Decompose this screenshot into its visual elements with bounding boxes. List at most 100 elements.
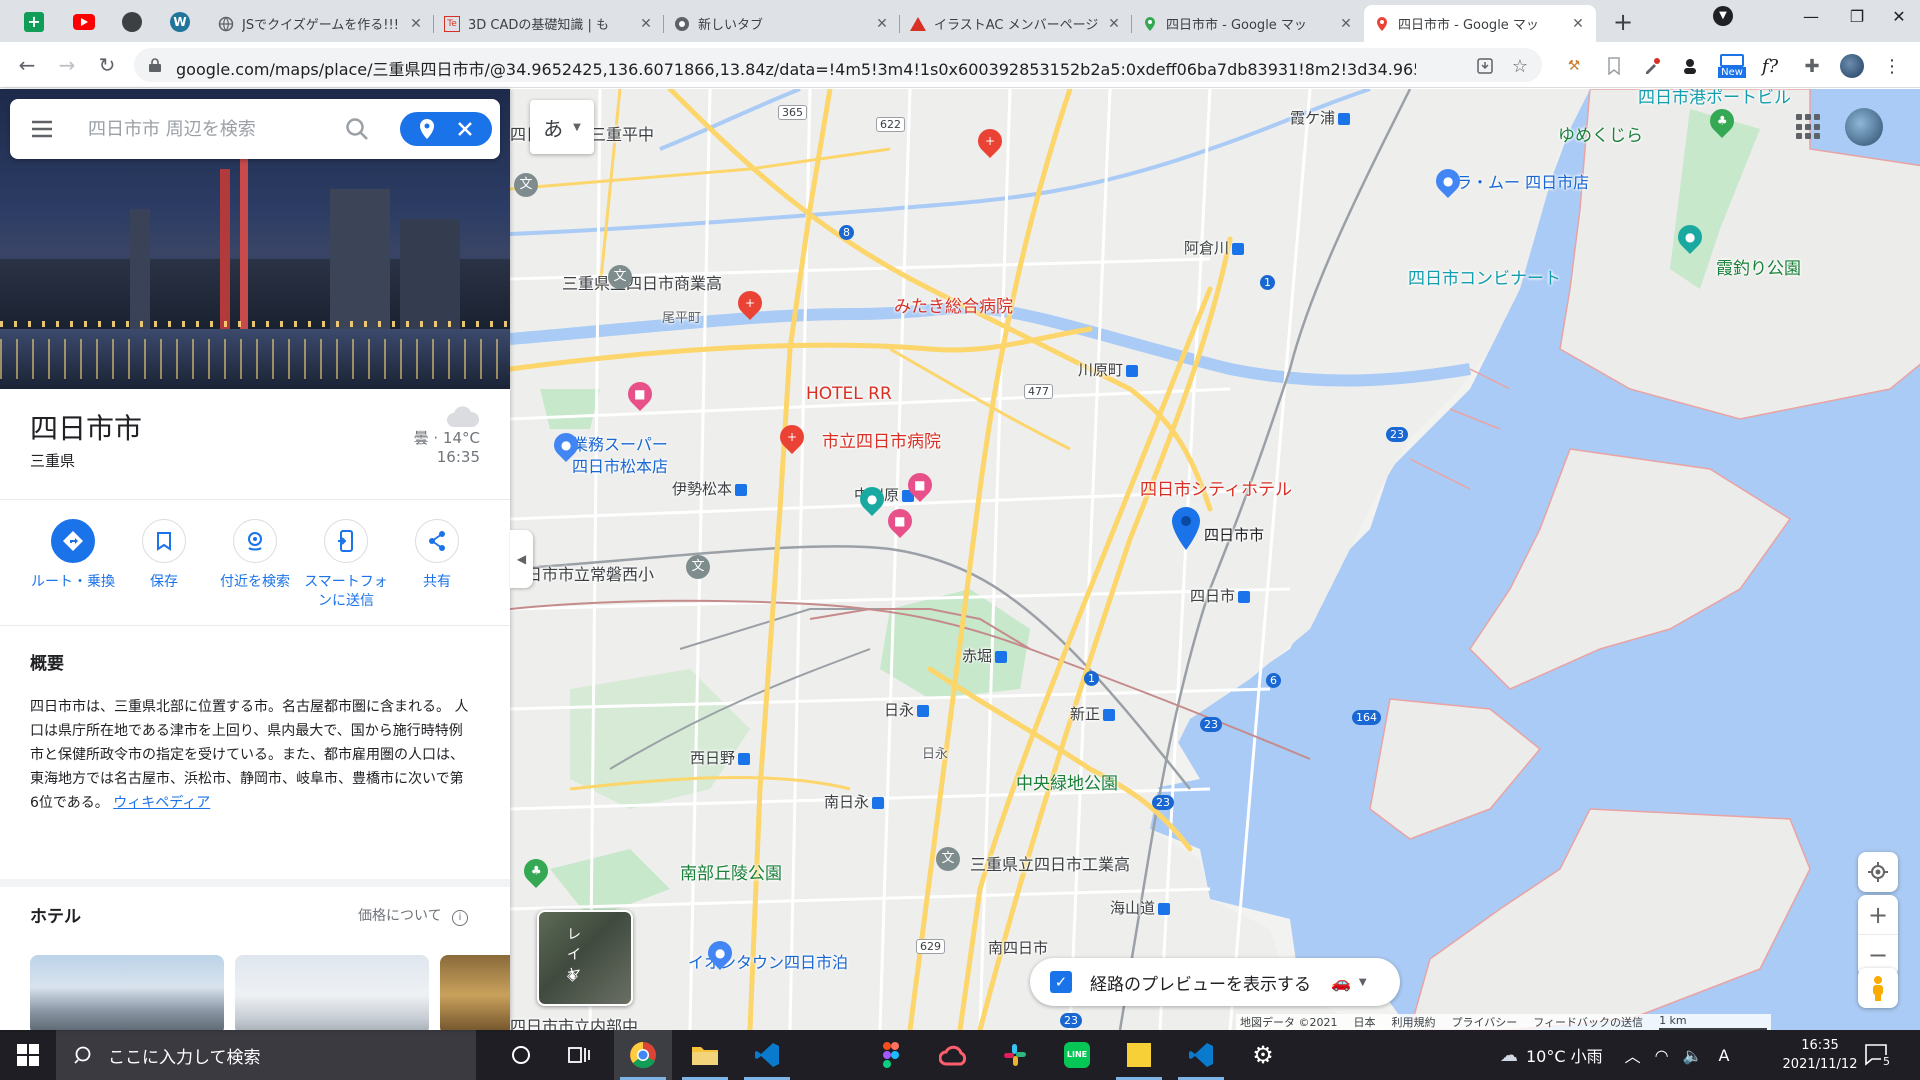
- taskbar-chrome[interactable]: [614, 1030, 672, 1080]
- menu-dots-icon[interactable]: ⋮: [1880, 54, 1904, 78]
- google-apps-icon[interactable]: [1796, 114, 1822, 140]
- hotel-thumbnail[interactable]: [440, 955, 510, 1030]
- tab-search-button[interactable]: ▼: [1700, 0, 1746, 32]
- collapse-panel-button[interactable]: ◀: [510, 530, 533, 588]
- school-icon[interactable]: 文: [608, 265, 632, 289]
- tab-maps-2[interactable]: 四日市市 - Google マッ ✕: [1364, 5, 1596, 42]
- terms-link[interactable]: 利用規約: [1392, 1014, 1436, 1030]
- route-preview-toggle[interactable]: ✓ 経路のプレビューを表示する 🚗 ▼: [1030, 958, 1400, 1006]
- taskbar-vscode[interactable]: [738, 1030, 796, 1080]
- account-avatar[interactable]: [1845, 108, 1883, 146]
- search-icon[interactable]: [344, 116, 370, 146]
- send-to-phone-button[interactable]: スマートフォンに送信: [301, 519, 391, 611]
- extension-eyedropper-icon[interactable]: [1640, 54, 1664, 78]
- label-school[interactable]: 四日市市立内部中: [510, 1013, 638, 1030]
- maximize-button[interactable]: ❐: [1834, 0, 1880, 32]
- profile-avatar[interactable]: [1840, 54, 1864, 78]
- bookmark-icon[interactable]: [1602, 54, 1626, 78]
- bookmark-star-icon[interactable]: ☆: [1509, 55, 1531, 77]
- ime-indicator[interactable]: A: [1719, 1046, 1730, 1065]
- close-icon[interactable]: [456, 120, 474, 138]
- directions-button[interactable]: ルート・乗換: [28, 519, 118, 592]
- extension-user-icon[interactable]: [1678, 54, 1702, 78]
- extension-new-icon[interactable]: New: [1716, 54, 1748, 78]
- taskbar-line[interactable]: LINE: [1048, 1030, 1106, 1080]
- close-icon[interactable]: ✕: [1570, 16, 1586, 32]
- extension-formula-icon[interactable]: f?: [1758, 54, 1782, 78]
- tab-illustac[interactable]: イラストAC メンバーページ ✕: [900, 5, 1132, 42]
- save-button[interactable]: 保存: [119, 519, 209, 592]
- taskbar-sticky-notes[interactable]: [1110, 1030, 1168, 1080]
- scale-bar[interactable]: 1 km: [1659, 1014, 1767, 1030]
- hamburger-menu-icon[interactable]: [30, 117, 54, 145]
- pinned-tab-sheets[interactable]: +: [14, 6, 54, 38]
- label-landmark[interactable]: 四日市港ポートビル: [1638, 89, 1791, 108]
- checkbox-checked-icon[interactable]: ✓: [1050, 971, 1072, 993]
- weather-cloud-icon[interactable]: ☁: [1500, 1045, 1518, 1066]
- location-pin-icon[interactable]: [418, 118, 436, 140]
- close-window-button[interactable]: ✕: [1876, 0, 1920, 32]
- label-station[interactable]: 阿倉川: [1184, 237, 1245, 258]
- label-station[interactable]: 川原町: [1078, 359, 1139, 380]
- label-store[interactable]: 業務スーパー: [572, 431, 668, 455]
- street-view-pegman[interactable]: [1858, 968, 1898, 1008]
- label-station[interactable]: 南四日市: [988, 937, 1048, 958]
- back-button[interactable]: ←: [12, 50, 42, 80]
- label-station[interactable]: 四日市: [1190, 585, 1251, 606]
- label-hospital[interactable]: みたき総合病院: [894, 292, 1013, 317]
- tab-cad[interactable]: Te 3D CADの基礎知識 | も ✕: [434, 5, 664, 42]
- hotel-thumbnail[interactable]: [30, 955, 224, 1030]
- label-station[interactable]: 南日永: [824, 791, 885, 812]
- taskbar-slack[interactable]: [986, 1030, 1044, 1080]
- task-view-button[interactable]: [550, 1030, 608, 1080]
- label-school[interactable]: 三重県立四日市工業高: [970, 851, 1130, 875]
- label-school[interactable]: 三重県立四日市商業高: [562, 270, 722, 294]
- region-link[interactable]: 日本: [1354, 1014, 1376, 1030]
- label-landmark[interactable]: 四日市コンビナート: [1408, 264, 1561, 289]
- price-note[interactable]: 価格について i: [358, 905, 469, 926]
- taskbar-vscode-2[interactable]: [1172, 1030, 1230, 1080]
- close-icon[interactable]: ✕: [1338, 16, 1354, 32]
- layers-button[interactable]: ◈ レイヤ: [537, 910, 633, 1006]
- install-icon[interactable]: [1474, 55, 1496, 77]
- tray-weather[interactable]: 10°C 小雨: [1526, 1043, 1603, 1067]
- school-icon[interactable]: 文: [936, 847, 960, 871]
- tab-newtab[interactable]: 新しいタブ ✕: [664, 5, 900, 42]
- tab-quiz[interactable]: JSでクイズゲームを作る!!! ✕: [208, 5, 434, 42]
- label-hotel[interactable]: 四日市シティホテル: [1140, 475, 1292, 500]
- pinned-tab-app[interactable]: [112, 6, 152, 38]
- address-bar[interactable]: google.com/maps/place/三重県四日市市/@34.965242…: [134, 48, 1542, 82]
- taskbar-creative-cloud[interactable]: [924, 1030, 982, 1080]
- extension-hammer-icon[interactable]: ⚒: [1562, 54, 1586, 78]
- school-icon[interactable]: 文: [514, 173, 538, 197]
- lock-icon[interactable]: [148, 57, 162, 77]
- label-station[interactable]: 日永: [884, 699, 930, 720]
- label-place-name[interactable]: 四日市市: [1204, 524, 1264, 545]
- clock[interactable]: 16:35 2021/11/12: [1770, 1036, 1870, 1074]
- close-icon[interactable]: ✕: [408, 16, 424, 32]
- nearby-button[interactable]: 付近を検索: [210, 519, 300, 592]
- label-hotel[interactable]: HOTEL RR: [806, 384, 892, 404]
- forward-button[interactable]: →: [52, 50, 82, 80]
- start-button[interactable]: [0, 1030, 56, 1080]
- pinned-tab-youtube[interactable]: [64, 6, 104, 38]
- taskbar-search[interactable]: ここに入力して検索: [56, 1030, 476, 1080]
- label-station[interactable]: 赤堀: [962, 645, 1008, 666]
- close-icon[interactable]: ✕: [874, 16, 890, 32]
- taskbar-settings[interactable]: ⚙: [1234, 1030, 1292, 1080]
- close-icon[interactable]: ✕: [1106, 16, 1122, 32]
- caret-down-icon[interactable]: ▼: [1359, 977, 1367, 988]
- label-station[interactable]: 海山道: [1110, 897, 1171, 918]
- info-icon[interactable]: i: [452, 910, 469, 926]
- wifi-icon[interactable]: ◠: [1655, 1046, 1669, 1065]
- label-station[interactable]: 西日野: [690, 747, 751, 768]
- pinned-tab-wordpress[interactable]: W: [160, 6, 200, 38]
- close-icon[interactable]: ✕: [638, 16, 654, 32]
- extensions-puzzle-icon[interactable]: ✚: [1800, 54, 1824, 78]
- map-canvas[interactable]: 四日市市立三重平中 三重県立四日市商業高 尾平町 みたき総合病院 HOTEL R…: [510, 89, 1920, 1030]
- volume-icon[interactable]: 🔈: [1683, 1046, 1703, 1065]
- hotel-thumbnail[interactable]: [235, 955, 429, 1030]
- cortana-button[interactable]: [492, 1030, 550, 1080]
- taskbar-explorer[interactable]: [676, 1030, 734, 1080]
- school-icon[interactable]: 文: [686, 555, 710, 579]
